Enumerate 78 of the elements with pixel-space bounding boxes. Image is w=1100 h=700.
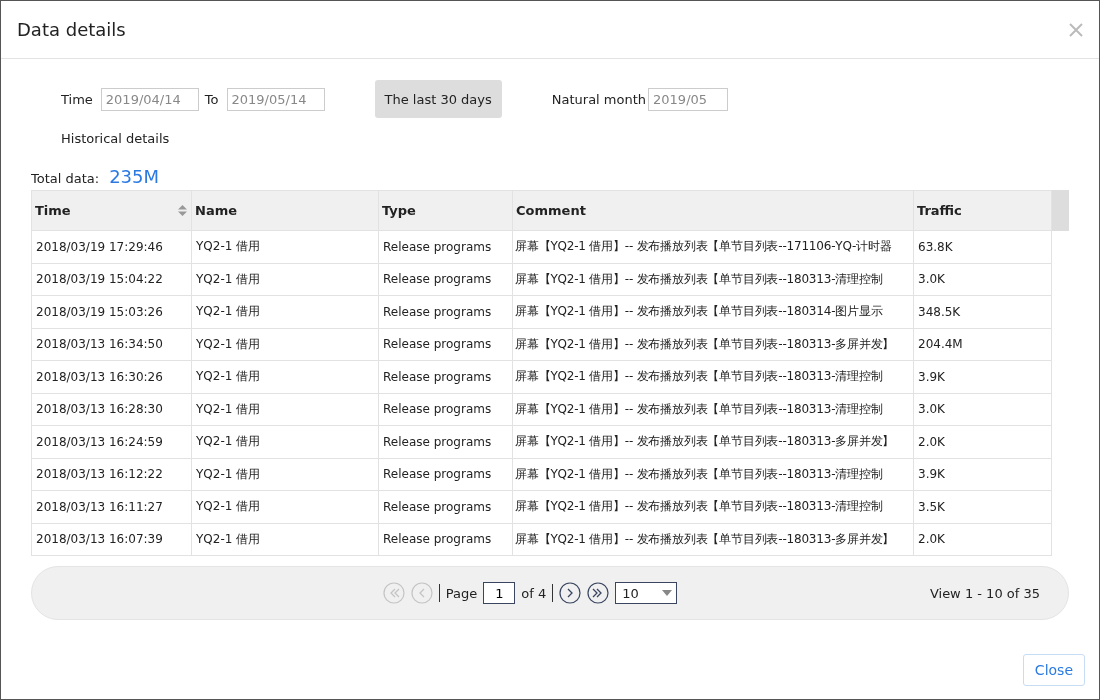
page-number-field[interactable]: 1 [483, 582, 516, 604]
column-header: Comment [512, 190, 914, 231]
table-cell: 屏幕【YQ2-1 借用】-- 发布播放列表【单节目列表--180313-多屏并发】 [512, 328, 914, 361]
table-cell: 屏幕【YQ2-1 借用】-- 发布播放列表【单节目列表--180313-多屏并发】 [512, 523, 914, 556]
page-count-text: of 4 [521, 585, 547, 601]
table-cell: YQ2-1 借用 [191, 458, 379, 491]
table-cell: 屏幕【YQ2-1 借用】-- 发布播放列表【单节目列表--180313-多屏并发】 [512, 425, 914, 458]
table-cell: 63.8K [913, 230, 1052, 263]
table-cell: 2018/03/19 15:04:22 [31, 263, 192, 296]
table-cell: 2018/03/13 16:11:27 [31, 490, 192, 523]
table-cell: 屏幕【YQ2-1 借用】-- 发布播放列表【单节目列表--180313-清理控制 [512, 393, 914, 426]
column-header: Name [191, 190, 379, 231]
table-cell: 屏幕【YQ2-1 借用】-- 发布播放列表【单节目列表--171106-YQ-计时器 [512, 230, 914, 263]
table-cell: Release programs [378, 425, 513, 458]
table-cell: 2018/03/13 16:07:39 [31, 523, 192, 556]
from-date-field[interactable]: 2019/04/14 [100, 87, 199, 111]
table-cell: Release programs [378, 230, 513, 263]
last-30-days-button[interactable]: The last 30 days [374, 80, 502, 118]
historical-details-label: Historical details [61, 131, 171, 146]
table-cell: Release programs [378, 393, 513, 426]
total-data-label: Total data: [31, 171, 100, 186]
table-cell: 屏幕【YQ2-1 借用】-- 发布播放列表【单节目列表--180313-清理控制 [512, 458, 914, 491]
table-cell: 2018/03/13 16:12:22 [31, 458, 192, 491]
table-cell: 屏幕【YQ2-1 借用】-- 发布播放列表【单节目列表--180314-图片显示 [512, 295, 914, 328]
table-cell: Release programs [378, 360, 513, 393]
to-date-field[interactable]: 2019/05/14 [226, 87, 325, 111]
caret-icon [662, 590, 673, 596]
table-cell: Release programs [378, 523, 513, 556]
table-cell: 348.5K [913, 295, 1052, 328]
table-cell: YQ2-1 借用 [191, 295, 379, 328]
table-cell: YQ2-1 借用 [191, 263, 379, 296]
chevron-button[interactable] [559, 582, 582, 604]
sort-icon[interactable] [178, 205, 187, 216]
time-label: Time [61, 91, 93, 107]
table-cell: YQ2-1 借用 [191, 490, 379, 523]
table-cell: YQ2-1 借用 [191, 328, 379, 361]
table-cell: YQ2-1 借用 [191, 360, 379, 393]
total-data-value: 235M [109, 166, 160, 187]
table-cell: 2018/03/13 16:30:26 [31, 360, 192, 393]
table-cell: YQ2-1 借用 [191, 230, 379, 263]
table-cell: 2018/03/13 16:24:59 [31, 425, 192, 458]
column-header: Type [378, 190, 513, 231]
column-header: Traffic [913, 190, 1052, 231]
double-chevron-button[interactable] [587, 582, 610, 604]
dialog-title: Data details [17, 19, 126, 40]
close-button[interactable]: Close [1022, 654, 1085, 686]
table-cell: 3.0K [913, 393, 1052, 426]
table-cell: Release programs [378, 458, 513, 491]
page-size-dropdown[interactable]: 10 [615, 582, 678, 604]
table-cell: 屏幕【YQ2-1 借用】-- 发布播放列表【单节目列表--180313-清理控制 [512, 490, 914, 523]
table-cell: 3.0K [913, 263, 1052, 296]
close-icon[interactable] [1069, 22, 1083, 37]
table-cell: 2018/03/19 17:29:46 [31, 230, 192, 263]
table-cell: 3.5K [913, 490, 1052, 523]
to-label: To [204, 91, 219, 107]
table-cell: Release programs [378, 263, 513, 296]
table-cell: YQ2-1 借用 [191, 393, 379, 426]
table-cell: YQ2-1 借用 [191, 425, 379, 458]
table-cell: 屏幕【YQ2-1 借用】-- 发布播放列表【单节目列表--180313-清理控制 [512, 263, 914, 296]
table-cell: Release programs [378, 490, 513, 523]
table-cell: Release programs [378, 295, 513, 328]
table-cell: 2.0K [913, 425, 1052, 458]
column-header[interactable]: Time [31, 190, 192, 231]
table-cell: YQ2-1 借用 [191, 523, 379, 556]
natural-month-label: Natural month [551, 91, 647, 107]
table-cell: 2018/03/13 16:28:30 [31, 393, 192, 426]
table-cell: 3.9K [913, 360, 1052, 393]
table-cell: 屏幕【YQ2-1 借用】-- 发布播放列表【单节目列表--180313-清理控制 [512, 360, 914, 393]
table-cell: Release programs [378, 328, 513, 361]
scrollbar-gutter [1052, 190, 1069, 231]
page-label: Page [445, 585, 478, 601]
table-cell: 204.4M [913, 328, 1052, 361]
table-cell: 2018/03/13 16:34:50 [31, 328, 192, 361]
table-cell: 2018/03/19 15:03:26 [31, 295, 192, 328]
view-range-text: View 1 - 10 of 35 [929, 585, 1040, 601]
table-cell: 2.0K [913, 523, 1052, 556]
table-cell: 3.9K [913, 458, 1052, 491]
month-field[interactable]: 2019/05 [648, 87, 729, 111]
